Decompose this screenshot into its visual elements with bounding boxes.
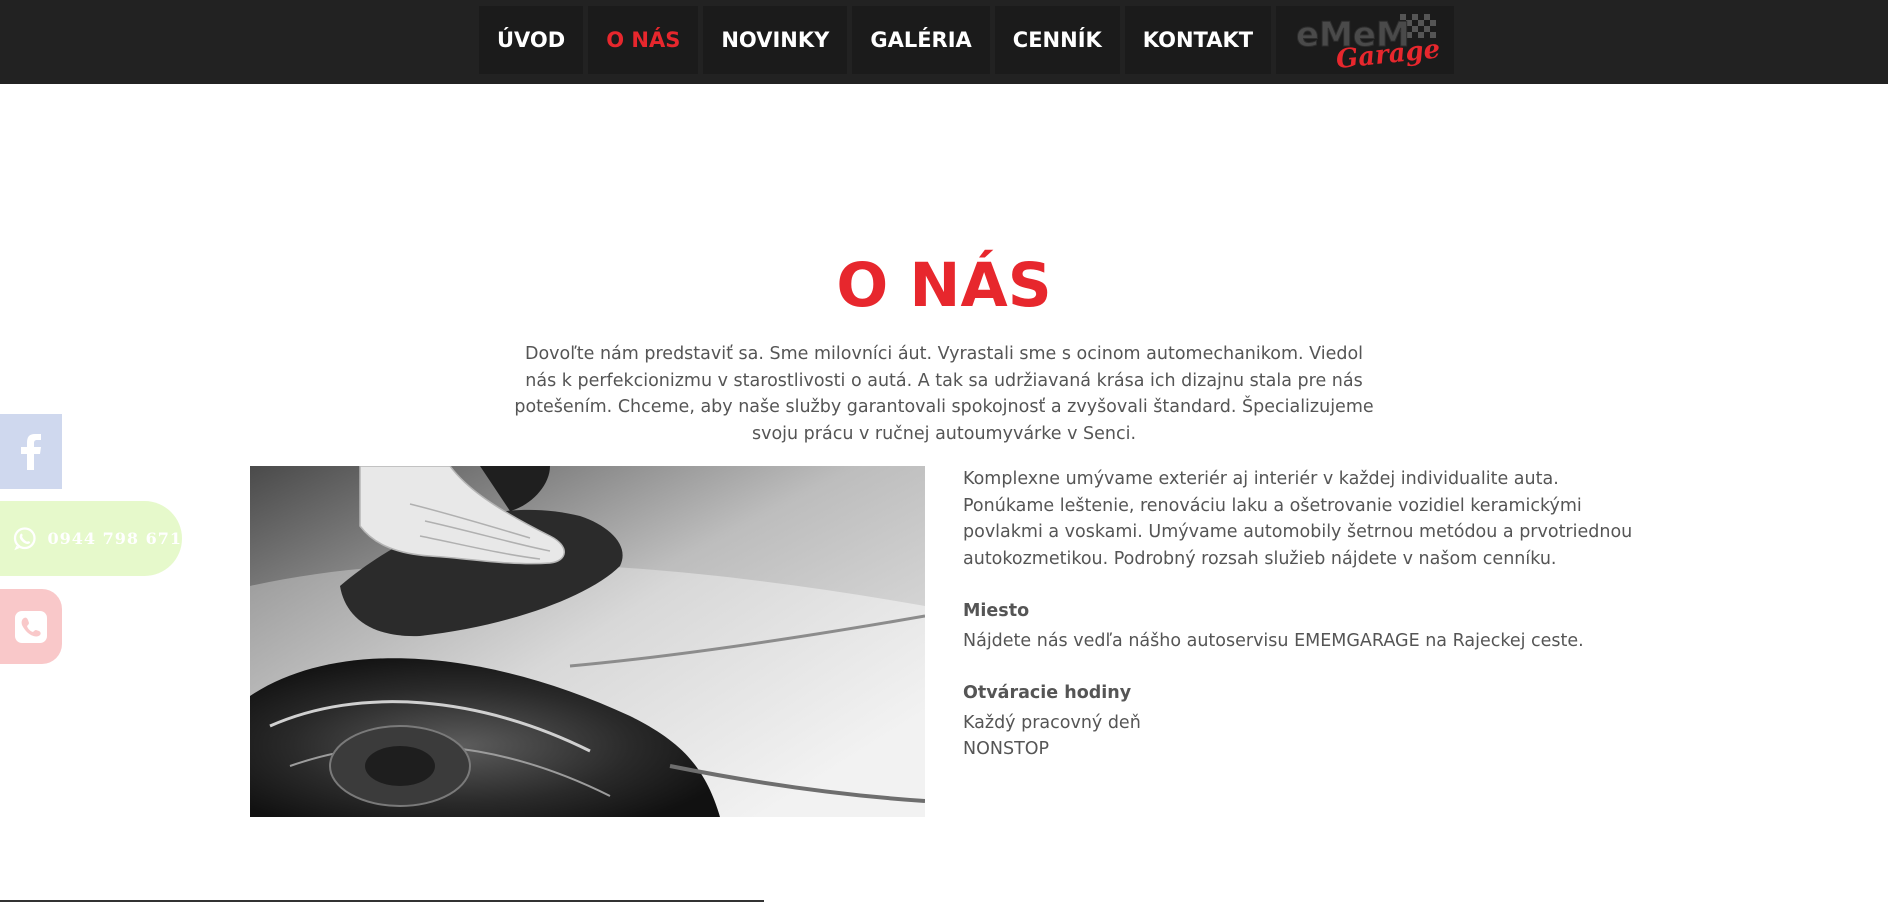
car-polishing-photo	[250, 466, 925, 817]
nav-item-cennik[interactable]: CENNÍK	[994, 6, 1120, 74]
opening-hours-heading: Otváracie hodiny	[963, 683, 1132, 703]
top-navigation-bar: ÚVOD O NÁS NOVINKY GALÉRIA CENNÍK KONTAK…	[0, 0, 1888, 84]
nav-item-uvod[interactable]: ÚVOD	[479, 6, 584, 74]
facebook-button[interactable]	[0, 414, 62, 489]
photo-illustration	[250, 466, 925, 817]
services-details: Komplexne umývame exteriér aj interiér v…	[963, 466, 1633, 763]
page-title: O NÁS	[836, 250, 1052, 321]
intro-paragraph: Dovoľte nám predstaviť sa. Sme milovníci…	[514, 344, 1374, 444]
phone-button[interactable]	[0, 589, 62, 664]
location-text: Nájdete nás vedľa nášho autoservisu EMEM…	[963, 630, 1584, 651]
ememgarage-logo[interactable]: eMeM Garage	[1276, 6, 1455, 74]
opening-hours-days: Každý pracovný deň	[963, 712, 1141, 733]
nav-item-o-nas[interactable]: O NÁS	[588, 6, 699, 74]
footer-divider	[0, 900, 764, 902]
phone-icon	[15, 610, 47, 643]
location-heading: Miesto	[963, 601, 1030, 621]
nav-item-galeria[interactable]: GALÉRIA	[852, 6, 990, 74]
nav-item-kontakt[interactable]: KONTAKT	[1124, 6, 1272, 74]
whatsapp-button[interactable]: 0944 798 671	[0, 501, 182, 576]
main-nav: ÚVOD O NÁS NOVINKY GALÉRIA CENNÍK KONTAK…	[479, 6, 1455, 74]
whatsapp-icon	[13, 526, 36, 550]
services-text: Komplexne umývame exteriér aj interiér v…	[963, 469, 1633, 569]
opening-hours-time: NONSTOP	[963, 739, 1050, 759]
whatsapp-number: 0944 798 671	[47, 529, 182, 548]
nav-item-novinky[interactable]: NOVINKY	[703, 6, 848, 74]
logo-graphic: eMeM Garage	[1296, 14, 1442, 74]
facebook-icon	[21, 433, 41, 470]
